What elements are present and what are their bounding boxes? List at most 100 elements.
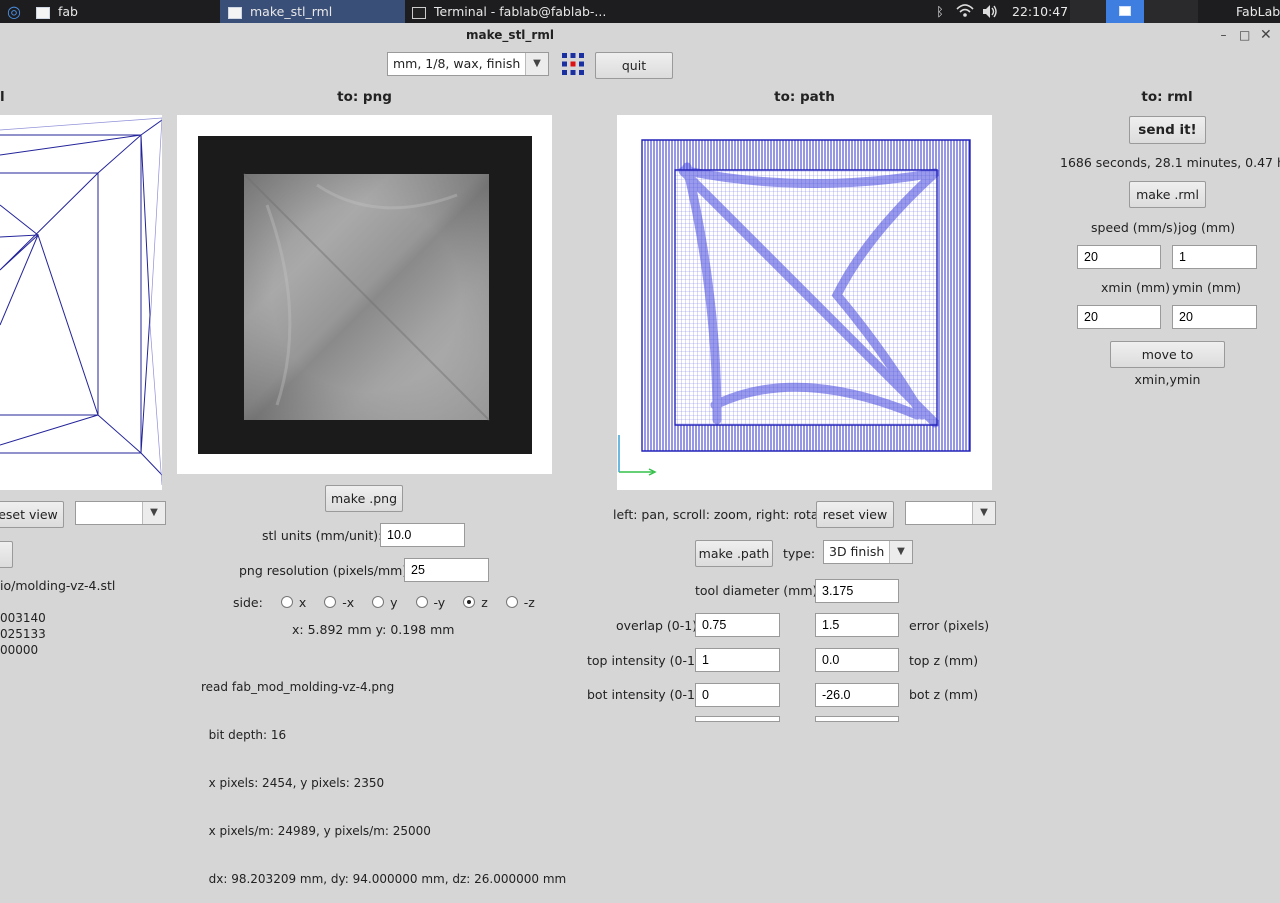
rml-header: to: rml: [1141, 89, 1193, 105]
window-title: make_stl_rml: [466, 28, 554, 42]
chevron-down-icon: ▼: [972, 502, 995, 524]
make-rml-button[interactable]: make .rml: [1129, 181, 1206, 208]
stl-info-line: 025133: [0, 627, 46, 641]
error-input[interactable]: [815, 613, 899, 637]
next-input-right[interactable]: [815, 716, 899, 722]
png-info-line: x pixels: 2454, y pixels: 2350: [201, 776, 385, 790]
taskbar: ◎ fab make_stl_rml Terminal - fablab@fab…: [0, 0, 1280, 23]
send-it-button[interactable]: send it!: [1129, 116, 1206, 144]
top-z-label: top z (mm): [909, 653, 979, 668]
type-label: type:: [783, 546, 816, 561]
top-intensity-input[interactable]: [695, 648, 780, 672]
stl-view-select[interactable]: ▼: [75, 501, 166, 525]
stl-units-input[interactable]: [380, 523, 465, 547]
view-hint: left: pan, scroll: zoom, right: rotate: [613, 507, 832, 522]
jog-input[interactable]: [1172, 245, 1257, 269]
close-icon[interactable]: ✕: [1260, 28, 1272, 42]
launcher-icon[interactable]: ◎: [2, 0, 26, 23]
fab-grid-icon: [561, 52, 585, 79]
png-resolution-input[interactable]: [404, 558, 489, 582]
bluetooth-icon[interactable]: ᛒ: [933, 0, 947, 23]
wifi-icon[interactable]: [956, 0, 976, 23]
ymin-label: ymin (mm): [1172, 280, 1242, 295]
stl-reset-view-button[interactable]: eset view: [0, 501, 64, 528]
side-neg-x-radio[interactable]: [324, 596, 337, 608]
next-input-left[interactable]: [695, 716, 780, 722]
stl-units-label: stl units (mm/unit):: [262, 528, 383, 543]
user-label[interactable]: FabLab: [1236, 0, 1280, 23]
chevron-down-icon: ▼: [889, 541, 912, 563]
workspace-3[interactable]: [1144, 0, 1198, 23]
maximize-icon[interactable]: □: [1239, 29, 1250, 41]
stl-wireframe: [0, 117, 163, 486]
chevron-down-icon: ▼: [525, 53, 548, 75]
make-path-button[interactable]: make .path: [695, 540, 773, 567]
toolpath-view[interactable]: [617, 115, 992, 490]
workspace-1[interactable]: [1070, 0, 1106, 23]
stl-info-line: 00000: [0, 643, 39, 657]
stl-make-button[interactable]: [0, 541, 13, 568]
workspace-2[interactable]: [1106, 0, 1144, 23]
speed-label: speed (mm/s): [1091, 220, 1178, 235]
heightmap-image: [198, 136, 532, 454]
top-intensity-label: top intensity (0-1): [587, 653, 700, 668]
window-icon: [228, 6, 242, 19]
minimize-icon[interactable]: –: [1218, 29, 1229, 41]
estimated-time: 1686 seconds, 28.1 minutes, 0.47 hours: [1060, 155, 1280, 170]
xmin-input[interactable]: [1077, 305, 1161, 329]
task-make-stl-rml[interactable]: make_stl_rml: [220, 0, 405, 23]
png-header: to: png: [337, 89, 392, 105]
make-png-button[interactable]: make .png: [325, 485, 403, 512]
png-preview: [177, 115, 552, 474]
speed-input[interactable]: [1077, 245, 1161, 269]
quit-button[interactable]: quit: [595, 52, 673, 79]
stl-info: 003140 025133 00000: [0, 610, 46, 658]
ymin-input[interactable]: [1172, 305, 1257, 329]
move-to-xmin-ymin-button[interactable]: move to xmin,ymin: [1110, 341, 1225, 387]
png-info-line: dx: 98.203209 mm, dy: 94.000000 mm, dz: …: [201, 872, 567, 886]
terminal-icon: [412, 6, 426, 19]
path-type-select[interactable]: 3D finish ▼: [823, 540, 913, 564]
path-reset-view-button[interactable]: reset view: [816, 501, 894, 528]
jog-label: jog (mm): [1178, 220, 1236, 235]
side-label: side:: [233, 595, 263, 610]
toolpath-canvas: [618, 139, 971, 476]
side-x-radio[interactable]: [280, 596, 293, 608]
side-z-radio[interactable]: [463, 596, 476, 608]
overlap-label: overlap (0-1): [616, 618, 698, 633]
top-z-input[interactable]: [815, 648, 899, 672]
png-resolution-label: png resolution (pixels/mm):: [239, 563, 412, 578]
overlap-input[interactable]: [695, 613, 780, 637]
bot-z-label: bot z (mm): [909, 687, 979, 702]
stl-wireframe-view[interactable]: [0, 115, 163, 490]
side-selector: side: x -x y -y z -z: [233, 595, 535, 610]
path-view-select[interactable]: ▼: [905, 501, 996, 525]
clock[interactable]: 22:10:47: [1012, 0, 1072, 23]
cursor-coordinates: x: 5.892 mm y: 0.198 mm: [292, 622, 455, 637]
tool-diameter-label: tool diameter (mm): [695, 583, 818, 598]
png-info-line: bit depth: 16: [201, 728, 287, 742]
bot-intensity-input[interactable]: [695, 683, 780, 707]
process-select[interactable]: mm, 1/8, wax, finish ▼: [387, 52, 549, 76]
window-icon: [36, 6, 50, 19]
side-neg-z-radio[interactable]: [505, 596, 518, 608]
png-info: read fab_mod_molding-vz-4.png bit depth:…: [201, 647, 566, 903]
path-header: to: path: [774, 89, 835, 105]
error-label: error (pixels): [909, 618, 990, 633]
stl-file-name: io/molding-vz-4.stl: [0, 578, 116, 593]
task-terminal[interactable]: Terminal - fablab@fablab-...: [412, 0, 612, 23]
xmin-label: xmin (mm): [1101, 280, 1171, 295]
task-fab[interactable]: fab: [36, 0, 216, 23]
side-neg-y-radio[interactable]: [415, 596, 428, 608]
stl-header: l: [0, 89, 5, 105]
window-icon: [1119, 6, 1131, 16]
tool-diameter-input[interactable]: [815, 579, 899, 603]
volume-icon[interactable]: [981, 0, 999, 23]
side-y-radio[interactable]: [372, 596, 385, 608]
bot-intensity-label: bot intensity (0-1): [587, 687, 700, 702]
png-info-line: x pixels/m: 24989, y pixels/m: 25000: [201, 824, 431, 838]
bot-z-input[interactable]: [815, 683, 899, 707]
png-info-line: read fab_mod_molding-vz-4.png: [201, 680, 395, 694]
chevron-down-icon: ▼: [142, 502, 165, 524]
stl-info-line: 003140: [0, 611, 46, 625]
